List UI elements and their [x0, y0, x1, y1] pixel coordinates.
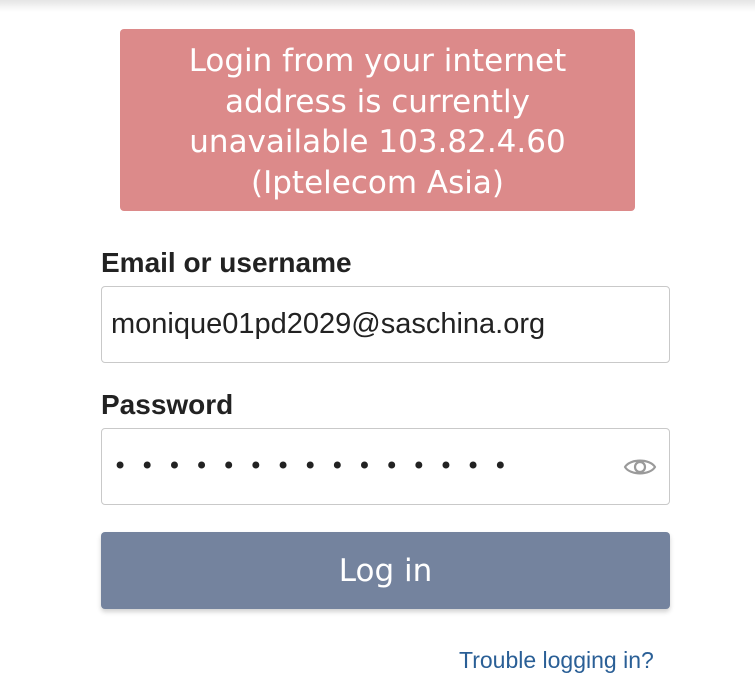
show-password-button[interactable]: [621, 450, 659, 484]
login-error-alert: Login from your internet address is curr…: [120, 29, 635, 211]
email-input[interactable]: [111, 287, 651, 361]
email-field[interactable]: [101, 286, 670, 363]
eye-icon: [623, 459, 657, 475]
password-label: Password: [101, 389, 234, 420]
email-label: Email or username: [101, 247, 352, 278]
password-field[interactable]: [101, 428, 670, 505]
login-button[interactable]: Log in: [101, 532, 670, 609]
password-input[interactable]: [113, 429, 583, 503]
top-bar-shadow: [0, 0, 755, 12]
trouble-logging-in-link[interactable]: Trouble logging in?: [459, 646, 654, 674]
